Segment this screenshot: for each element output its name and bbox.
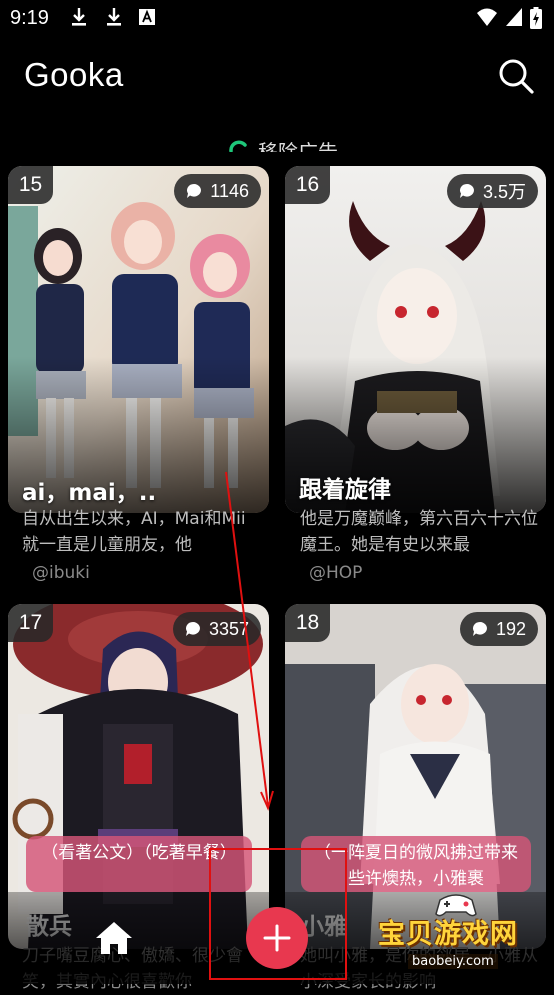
annotation-highlight-box bbox=[209, 848, 347, 980]
watermark-title: 宝贝游戏网 bbox=[378, 919, 518, 950]
watermark-logo: 宝贝游戏网 baobeiy.com bbox=[368, 888, 554, 984]
watermark-url: baobeiy.com bbox=[408, 954, 498, 969]
annotation-arrow bbox=[225, 471, 274, 811]
